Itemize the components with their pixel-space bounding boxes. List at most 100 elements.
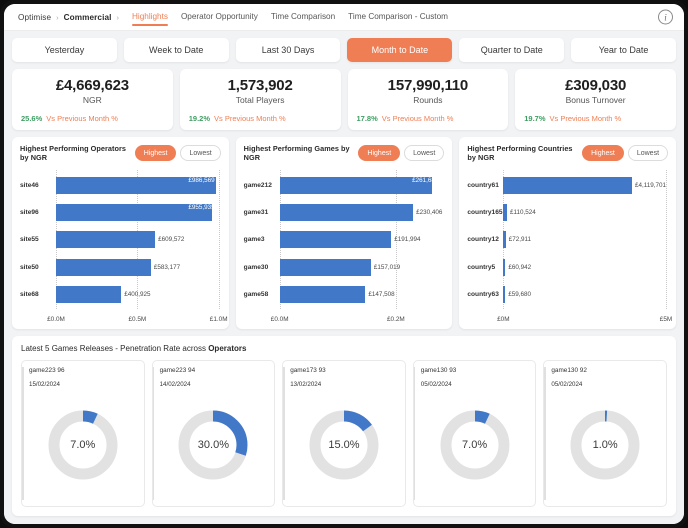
date-range-yesterday[interactable]: Yesterday xyxy=(12,38,117,62)
donut-chart: 15.0% xyxy=(308,409,380,481)
donut-game-name: game173 93 xyxy=(290,367,326,374)
donut-game-name: game130 93 xyxy=(420,367,457,374)
toggle-highest-button[interactable]: Highest xyxy=(582,145,624,161)
tab-highlights[interactable]: Highlights xyxy=(131,12,168,26)
chart-category-label: game31 xyxy=(243,209,269,217)
chart-bar[interactable] xyxy=(503,177,632,195)
donut-card[interactable]: game173 93 13/02/2024 15.0% xyxy=(282,360,406,507)
chart-bar[interactable]: £955,935 xyxy=(56,204,215,222)
chart-plot-area: £0M £5M country61 £4,119,701 country165 £110,… xyxy=(467,170,672,323)
chart-bar[interactable] xyxy=(56,258,151,276)
info-icon[interactable]: i xyxy=(658,9,673,25)
chart-bar-row[interactable]: country63 £59,680 xyxy=(467,285,666,303)
chart-bar[interactable]: £986,569 xyxy=(56,177,217,195)
donut-percent-label: 1.0% xyxy=(592,439,618,451)
chart-bar[interactable] xyxy=(56,285,122,303)
breadcrumb-item-commercial[interactable]: Commercial xyxy=(64,13,112,22)
toggle-highest-button[interactable]: Highest xyxy=(134,145,177,161)
toggle-lowest-button[interactable]: Lowest xyxy=(627,145,669,161)
donut-game-name: game223 94 xyxy=(159,367,196,374)
toggle-highest-button[interactable]: Highest xyxy=(358,145,401,161)
toggle-lowest-button[interactable]: Lowest xyxy=(404,145,445,161)
donut-percent-label: 7.0% xyxy=(462,439,488,451)
date-range-last-30-days[interactable]: Last 30 Days xyxy=(235,38,341,62)
kpi-value: £309,030 xyxy=(565,77,627,94)
chart-bar[interactable] xyxy=(503,258,506,276)
kpi-card-row: £4,669,623 NGR 25.6% Vs Previous Month %… xyxy=(12,69,676,130)
donut-chart-wrapper: 30.0% xyxy=(160,390,268,500)
chart-category-label: country63 xyxy=(467,290,499,298)
donut-chart-wrapper: 7.0% xyxy=(29,390,137,500)
kpi-card-bonus-turnover: £309,030 Bonus Turnover 19.7% Vs Previou… xyxy=(515,69,676,130)
breadcrumb-chevron-icon: › xyxy=(116,12,119,22)
kpi-card-rounds: 157,990,110 Rounds 17.8% Vs Previous Mon… xyxy=(347,69,509,130)
breadcrumb-bar: Optimise › Commercial › Highlights Opera… xyxy=(4,4,684,31)
chart-bar-row[interactable]: game31 £230,406 xyxy=(244,204,442,222)
chart-gridline xyxy=(666,170,668,309)
chart-toggle-operators: Highest Lowest xyxy=(134,145,221,161)
kpi-label: Bonus Turnover xyxy=(565,95,626,105)
donut-chart: 1.0% xyxy=(569,409,641,481)
chart-bar-value-label: £72,911 xyxy=(508,236,531,244)
chart-category-label: country165 xyxy=(467,209,503,217)
chart-header: Highest Performing Games by NGR Highest … xyxy=(244,144,445,162)
date-range-month-to-date[interactable]: Month to Date xyxy=(347,38,453,62)
donut-release-date: 13/02/2024 xyxy=(290,381,322,388)
chart-bar[interactable] xyxy=(279,204,414,222)
donut-game-name: game130 92 xyxy=(551,367,587,374)
toggle-lowest-button[interactable]: Lowest xyxy=(180,145,221,161)
chart-bar-value-label: £157,019 xyxy=(373,263,401,271)
donut-card[interactable]: game223 96 15/02/2024 7.0% xyxy=(21,360,145,507)
chart-title: Highest Performing Countries by NGR xyxy=(467,144,573,162)
donut-card[interactable]: game223 94 14/02/2024 30.0% xyxy=(151,360,276,507)
chart-plot-area: £0.0M £0.2M game212 £261,684 game31 £230,406 g… xyxy=(244,170,445,323)
donut-release-date: 14/02/2024 xyxy=(159,381,191,388)
chart-bar[interactable] xyxy=(503,285,506,303)
donut-card[interactable]: game130 93 05/02/2024 7.0% xyxy=(412,360,537,507)
breadcrumb-item-optimise[interactable]: Optimise xyxy=(18,13,51,22)
chart-bar[interactable] xyxy=(56,231,156,249)
chart-bar-row[interactable]: country12 £72,911 xyxy=(467,231,666,249)
chart-bar-row[interactable]: site68 £400,925 xyxy=(20,285,219,303)
kpi-footer: 19.7% Vs Previous Month % xyxy=(524,114,621,123)
chart-bar-row[interactable]: game58 £147,508 xyxy=(244,285,443,303)
chart-bar-value-label: £4,119,701 xyxy=(634,182,667,190)
chart-bar-row[interactable]: country61 £4,119,701 xyxy=(467,177,667,195)
chart-x-tick-label: £1.0M xyxy=(209,316,228,323)
chart-bar-row[interactable]: game30 £157,019 xyxy=(244,258,443,276)
kpi-comparison-label: Vs Previous Month % xyxy=(381,114,454,123)
chart-bar[interactable] xyxy=(279,231,392,249)
donut-chart-wrapper: 7.0% xyxy=(421,390,529,500)
date-range-year-to-date[interactable]: Year to Date xyxy=(571,38,676,62)
chart-bar[interactable] xyxy=(503,204,507,222)
chart-bar-row[interactable]: country165 £110,524 xyxy=(467,204,666,222)
kpi-value: £4,669,623 xyxy=(55,77,129,94)
donut-card[interactable]: game130 92 05/02/2024 1.0% xyxy=(543,360,667,507)
date-range-week-to-date[interactable]: Week to Date xyxy=(123,38,229,62)
donut-chart: 7.0% xyxy=(439,409,511,481)
tab-time-comparison-custom[interactable]: Time Comparison - Custom xyxy=(348,12,448,23)
chart-category-label: site68 xyxy=(20,290,39,298)
chart-bar-row[interactable]: site96 £955,935 xyxy=(20,204,219,222)
kpi-footer: 17.8% Vs Previous Month % xyxy=(357,114,454,123)
chart-bar[interactable] xyxy=(279,258,371,276)
chart-bar-row[interactable]: site55 £609,572 xyxy=(20,231,219,249)
chart-title: Highest Performing Games by NGR xyxy=(243,144,350,162)
chart-bar-row[interactable]: game3 £191,994 xyxy=(244,231,443,249)
tab-operator-opportunity[interactable]: Operator Opportunity xyxy=(181,12,258,23)
tab-time-comparison[interactable]: Time Comparison xyxy=(271,12,335,23)
donut-chart-wrapper: 15.0% xyxy=(290,390,398,500)
chart-category-label: site96 xyxy=(20,209,39,217)
chart-category-label: game30 xyxy=(243,263,269,271)
chart-bar-row[interactable]: site50 £583,177 xyxy=(20,258,219,276)
kpi-comparison-label: Vs Previous Month % xyxy=(214,114,286,123)
chart-bar-row[interactable]: site46 £986,569 xyxy=(20,177,219,195)
donut-card-row: game223 96 15/02/2024 7.0% game223 94 14/02/… xyxy=(21,360,667,507)
date-range-quarter-to-date[interactable]: Quarter to Date xyxy=(459,38,565,62)
chart-bar[interactable] xyxy=(279,285,366,303)
donut-release-date: 05/02/2024 xyxy=(420,381,452,388)
chart-bar-row[interactable]: game212 £261,684 xyxy=(244,177,443,195)
chart-bar[interactable]: £261,684 xyxy=(279,177,438,195)
chart-bar[interactable] xyxy=(503,231,506,249)
chart-bar-row[interactable]: country5 £60,942 xyxy=(467,258,666,276)
